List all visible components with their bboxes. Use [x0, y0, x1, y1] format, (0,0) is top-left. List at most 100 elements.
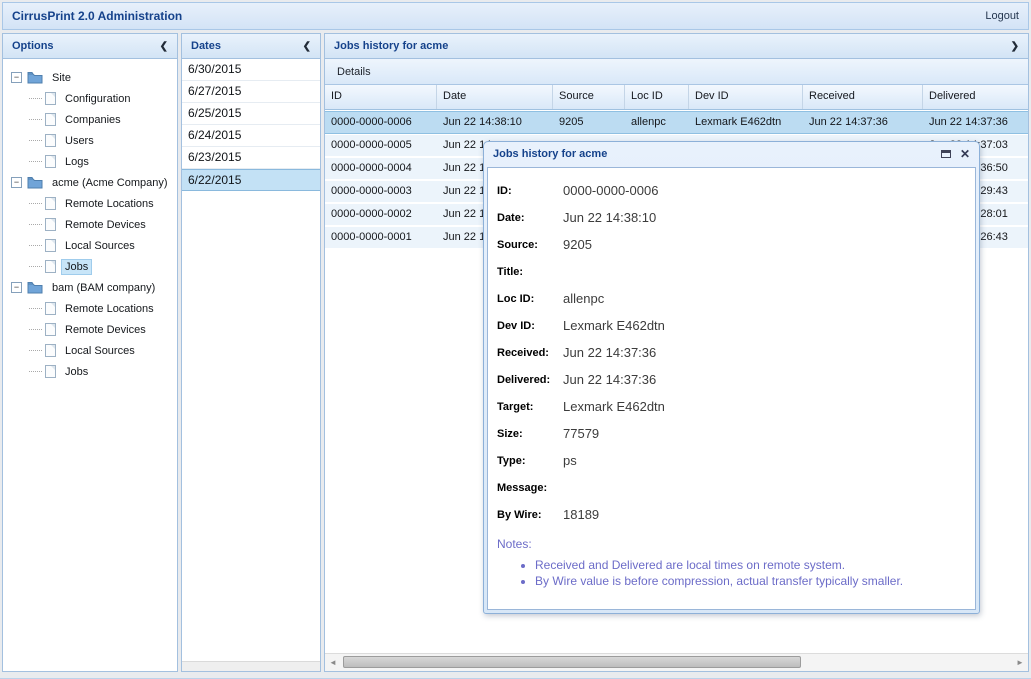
- jobs-panel-header: Jobs history for acme ❯: [325, 34, 1028, 59]
- tree-connector: [29, 224, 42, 225]
- field-label: Source:: [497, 239, 563, 251]
- expand-right-icon[interactable]: ❯: [1011, 41, 1019, 52]
- date-list-item[interactable]: 6/23/2015: [182, 147, 320, 169]
- field-label: Target:: [497, 401, 563, 413]
- tree-connector: [29, 245, 42, 246]
- tree-node-site[interactable]: − Site: [3, 67, 177, 88]
- cell-loc-id: allenpc: [625, 112, 689, 133]
- tree-node-label: acme (Acme Company): [49, 176, 171, 190]
- collapse-expander-icon[interactable]: −: [11, 177, 22, 188]
- logout-button[interactable]: Logout: [985, 10, 1019, 22]
- date-list-item[interactable]: 6/25/2015: [182, 103, 320, 125]
- tree-connector: [29, 161, 42, 162]
- document-icon: [45, 92, 56, 105]
- collapse-left-icon[interactable]: ❮: [160, 41, 168, 52]
- field-row: Target: Lexmark E462dtn: [497, 393, 965, 420]
- field-value: 0000-0000-0006: [563, 183, 658, 198]
- field-label: Title:: [497, 266, 563, 278]
- tree-connector: [29, 350, 42, 351]
- job-details-dialog: Jobs history for acme ✕ ID: 0000-0000-00…: [483, 141, 980, 614]
- dialog-title-bar[interactable]: Jobs history for acme ✕: [484, 142, 979, 166]
- tree-node-logs[interactable]: Logs: [3, 151, 177, 172]
- details-button[interactable]: Details: [329, 63, 379, 81]
- tree-node-bam-remote-locations[interactable]: Remote Locations: [3, 298, 177, 319]
- options-panel-title: Options: [12, 40, 54, 52]
- field-label: Type:: [497, 455, 563, 467]
- tree-node-label: Configuration: [62, 92, 133, 106]
- column-header-received[interactable]: Received: [803, 85, 923, 109]
- field-label: Dev ID:: [497, 320, 563, 332]
- tree-node-bam-remote-devices[interactable]: Remote Devices: [3, 319, 177, 340]
- dates-scrollbar-track[interactable]: [182, 661, 320, 671]
- column-header-loc-id[interactable]: Loc ID: [625, 85, 689, 109]
- scrollbar-thumb[interactable]: [343, 656, 801, 668]
- column-header-delivered[interactable]: Delivered: [923, 85, 1029, 109]
- notes-list: Received and Delivered are local times o…: [535, 558, 965, 588]
- document-icon: [45, 239, 56, 252]
- tree-node-acme-local-sources[interactable]: Local Sources: [3, 235, 177, 256]
- jobs-toolbar: Details: [325, 59, 1028, 85]
- field-label: Message:: [497, 482, 563, 494]
- note-item: Received and Delivered are local times o…: [535, 558, 965, 572]
- navigation-tree: − Site Configuration Companies Users Log…: [3, 59, 177, 382]
- table-row-selected[interactable]: 0000-0000-0006 Jun 22 14:38:10 9205 alle…: [325, 112, 1028, 133]
- collapse-left-icon[interactable]: ❮: [303, 41, 311, 52]
- date-list-item-selected[interactable]: 6/22/2015: [182, 169, 320, 191]
- collapse-expander-icon[interactable]: −: [11, 72, 22, 83]
- field-row: Source: 9205: [497, 231, 965, 258]
- column-header-dev-id[interactable]: Dev ID: [689, 85, 803, 109]
- column-header-id[interactable]: ID: [325, 85, 437, 109]
- tree-node-companies[interactable]: Companies: [3, 109, 177, 130]
- tree-node-acme-jobs[interactable]: Jobs: [3, 256, 177, 277]
- tree-node-label: bam (BAM company): [49, 281, 158, 295]
- column-header-date[interactable]: Date: [437, 85, 553, 109]
- tree-connector: [29, 119, 42, 120]
- scroll-right-arrow-icon[interactable]: ►: [1012, 654, 1028, 671]
- tree-connector: [29, 266, 42, 267]
- field-row: Delivered: Jun 22 14:37:36: [497, 366, 965, 393]
- field-label: ID:: [497, 185, 563, 197]
- tree-node-bam[interactable]: − bam (BAM company): [3, 277, 177, 298]
- horizontal-scrollbar[interactable]: ◄ ►: [325, 653, 1028, 671]
- tree-node-acme-remote-devices[interactable]: Remote Devices: [3, 214, 177, 235]
- tree-node-bam-local-sources[interactable]: Local Sources: [3, 340, 177, 361]
- tree-node-acme-remote-locations[interactable]: Remote Locations: [3, 193, 177, 214]
- cell-delivered: Jun 22 14:37:36: [923, 112, 1029, 133]
- cell-dev-id: Lexmark E462dtn: [689, 112, 803, 133]
- dates-panel-title: Dates: [191, 40, 221, 52]
- tree-node-configuration[interactable]: Configuration: [3, 88, 177, 109]
- field-value: 77579: [563, 426, 599, 441]
- scroll-left-arrow-icon[interactable]: ◄: [325, 654, 341, 671]
- document-icon: [45, 113, 56, 126]
- field-row: Title:: [497, 258, 965, 285]
- tree-node-users[interactable]: Users: [3, 130, 177, 151]
- tree-node-acme[interactable]: − acme (Acme Company): [3, 172, 177, 193]
- date-list-item[interactable]: 6/30/2015: [182, 59, 320, 81]
- dates-list: 6/30/2015 6/27/2015 6/25/2015 6/24/2015 …: [182, 59, 320, 191]
- field-label: Received:: [497, 347, 563, 359]
- field-label: Date:: [497, 212, 563, 224]
- collapse-expander-icon[interactable]: −: [11, 282, 22, 293]
- tree-node-label: Remote Locations: [62, 197, 157, 211]
- date-list-item[interactable]: 6/24/2015: [182, 125, 320, 147]
- cell-source: 9205: [553, 112, 625, 133]
- cell-id: 0000-0000-0004: [325, 158, 437, 179]
- date-list-item[interactable]: 6/27/2015: [182, 81, 320, 103]
- folder-icon: [27, 71, 43, 84]
- cell-date: Jun 22 14:38:10: [437, 112, 553, 133]
- field-value: Lexmark E462dtn: [563, 399, 665, 414]
- tree-node-label: Local Sources: [62, 344, 138, 358]
- document-icon: [45, 155, 56, 168]
- jobs-panel-title: Jobs history for acme: [334, 40, 448, 52]
- tree-node-bam-jobs[interactable]: Jobs: [3, 361, 177, 382]
- tree-node-label: Local Sources: [62, 239, 138, 253]
- document-icon: [45, 365, 56, 378]
- tree-node-label: Remote Devices: [62, 218, 149, 232]
- field-row: By Wire: 18189: [497, 501, 965, 528]
- cell-id: 0000-0000-0006: [325, 112, 437, 133]
- close-icon[interactable]: ✕: [960, 149, 970, 159]
- document-icon: [45, 323, 56, 336]
- field-value: Jun 22 14:37:36: [563, 372, 656, 387]
- column-header-source[interactable]: Source: [553, 85, 625, 109]
- maximize-icon[interactable]: [941, 150, 951, 158]
